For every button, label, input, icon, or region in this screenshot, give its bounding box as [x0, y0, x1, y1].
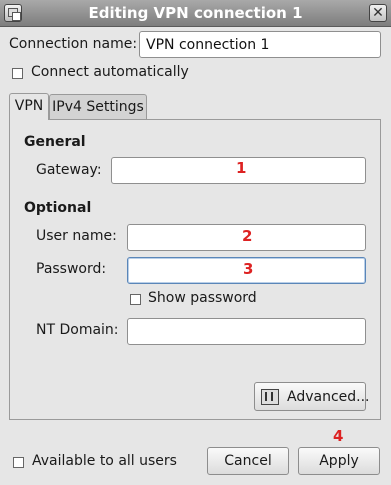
connection-name-input[interactable]: [139, 31, 381, 58]
close-icon[interactable]: ✕: [369, 4, 387, 22]
advanced-button[interactable]: Advanced...: [254, 382, 370, 411]
general-heading: General: [24, 134, 86, 150]
available-to-all-users-checkbox[interactable]: [13, 457, 24, 468]
connect-automatically-checkbox[interactable]: [12, 68, 23, 79]
connection-name-label: Connection name:: [9, 36, 138, 52]
window-title: Editing VPN connection 1: [88, 4, 303, 22]
username-label: User name:: [36, 228, 117, 244]
annotation-marker-4: 4: [333, 427, 344, 445]
window-menu-icon[interactable]: [4, 4, 22, 22]
available-to-all-users-label: Available to all users: [32, 453, 177, 469]
show-password-label: Show password: [148, 290, 257, 306]
annotation-marker-2: 2: [242, 227, 253, 245]
advanced-button-label: Advanced...: [287, 389, 370, 405]
annotation-marker-3: 3: [243, 260, 254, 278]
tab-vpn[interactable]: VPN: [9, 93, 49, 120]
nt-domain-label: NT Domain:: [36, 322, 119, 338]
show-password-checkbox[interactable]: [130, 294, 141, 305]
advanced-settings-icon: [261, 389, 279, 405]
cancel-button[interactable]: Cancel: [207, 447, 289, 475]
gateway-label: Gateway:: [36, 162, 102, 178]
optional-heading: Optional: [24, 200, 92, 216]
nt-domain-input[interactable]: [127, 318, 366, 345]
annotation-marker-1: 1: [236, 159, 247, 177]
title-bar: Editing VPN connection 1 ✕: [0, 0, 391, 27]
apply-button[interactable]: Apply: [298, 447, 380, 475]
connect-automatically-label: Connect automatically: [31, 64, 189, 80]
tab-ipv4-settings[interactable]: IPv4 Settings: [49, 94, 147, 119]
password-label: Password:: [36, 261, 107, 277]
